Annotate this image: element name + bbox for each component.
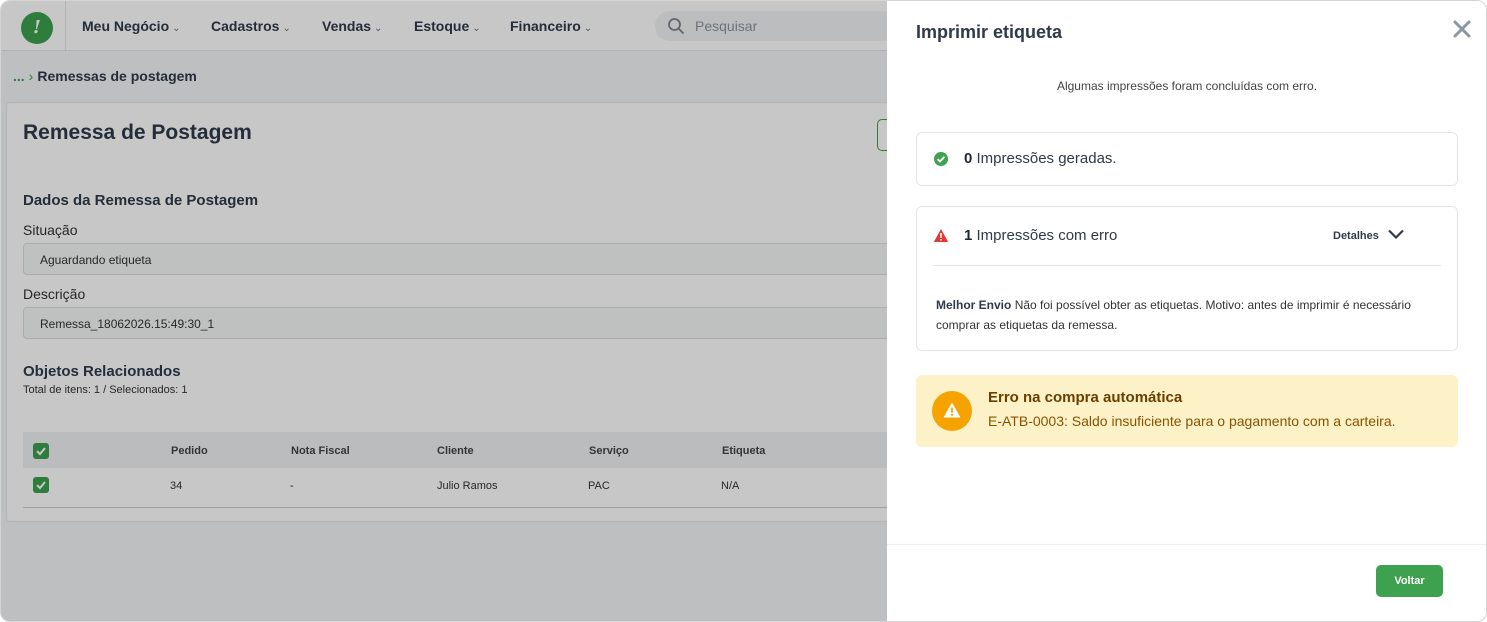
details-toggle[interactable]: Detalhes — [1333, 230, 1379, 242]
success-text: Impressões geradas. — [976, 150, 1117, 167]
error-summary: 1 Impressões com erro Detalhes Melhor En… — [916, 206, 1458, 351]
warning-icon — [932, 391, 972, 431]
check-circle-icon — [934, 152, 948, 166]
drawer-title: Imprimir etiqueta — [916, 22, 1063, 42]
alert-description: E-ATB-0003: Saldo insuficiente para o pa… — [988, 413, 1396, 429]
warning-triangle-icon — [933, 229, 949, 242]
back-button[interactable]: Voltar — [1376, 565, 1443, 597]
error-detail: Melhor Envio Não foi possível obter as e… — [936, 295, 1416, 335]
drawer-message: Algumas impressões foram concluídas com … — [1056, 79, 1318, 93]
error-count: 1 — [964, 227, 973, 244]
details-divider — [933, 265, 1441, 266]
success-count: 0 — [964, 150, 973, 167]
error-text: Impressões com erro — [976, 227, 1118, 244]
alert-title: Erro na compra automática — [988, 389, 1183, 406]
close-icon[interactable] — [1450, 17, 1474, 41]
success-summary: 0 Impressões geradas. — [916, 132, 1458, 186]
error-line: 1 Impressões com erro — [964, 227, 1117, 244]
success-line: 0 Impressões geradas. — [964, 150, 1117, 167]
chevron-down-icon[interactable] — [1387, 227, 1405, 241]
error-source: Melhor Envio — [936, 298, 1012, 312]
footer-divider — [887, 544, 1486, 545]
window-frame: ! Meu Negócio ⌄ Cadastros ⌄ Vendas ⌄ Estoqu… — [0, 0, 1487, 622]
print-label-drawer: Imprimir etiqueta Algumas impressões for… — [887, 1, 1486, 621]
modal-backdrop[interactable] — [1, 1, 887, 621]
purchase-error-alert: Erro na compra automática E-ATB-0003: Sa… — [916, 375, 1458, 447]
